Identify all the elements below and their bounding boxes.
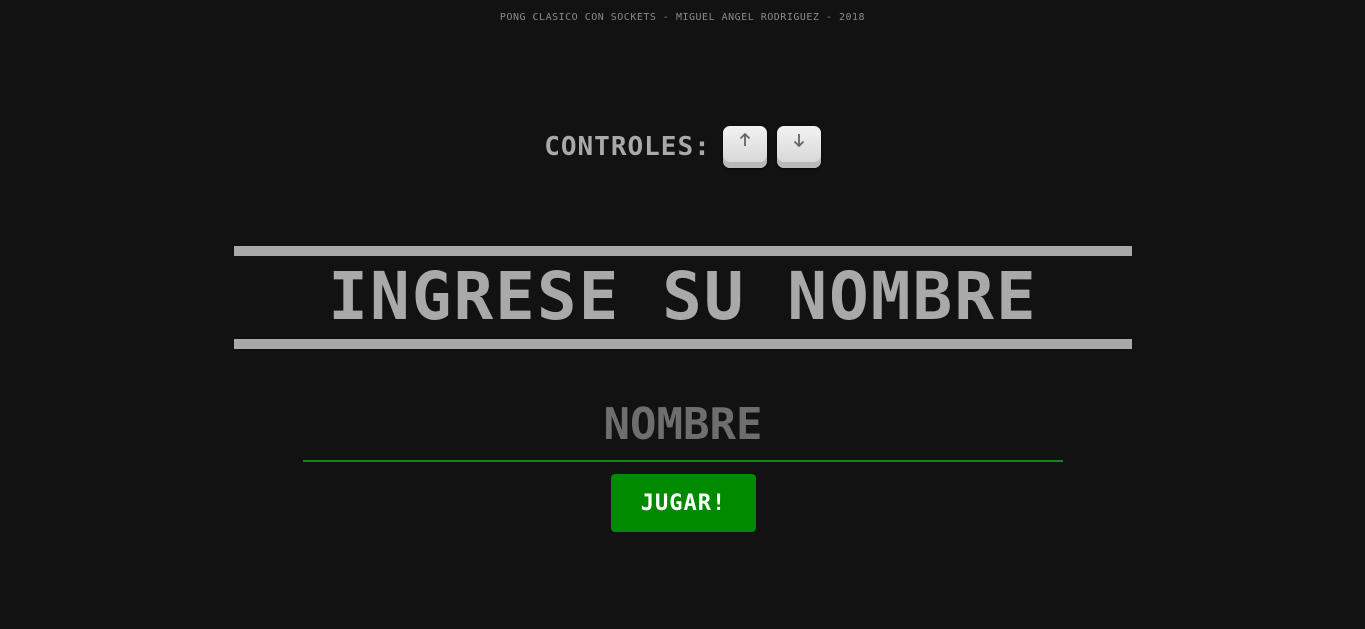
- arrow-down-icon: [793, 134, 804, 147]
- play-button[interactable]: JUGAR!: [611, 474, 756, 532]
- title-block: INGRESE SU NOMBRE: [234, 246, 1132, 349]
- controls-label: CONTROLES:: [544, 132, 711, 162]
- title-bar-top: [234, 246, 1132, 256]
- title-bar-bottom: [234, 339, 1132, 349]
- up-arrow-key: [722, 126, 767, 168]
- name-input[interactable]: [303, 388, 1063, 462]
- credit-text: PONG CLASICO CON SOCKETS - MIGUEL ANGEL …: [499, 12, 866, 23]
- controls-row: CONTROLES:: [0, 126, 1365, 168]
- page-title: INGRESE SU NOMBRE: [328, 258, 1038, 335]
- arrow-up-icon: [739, 133, 750, 146]
- down-arrow-key: [776, 126, 821, 168]
